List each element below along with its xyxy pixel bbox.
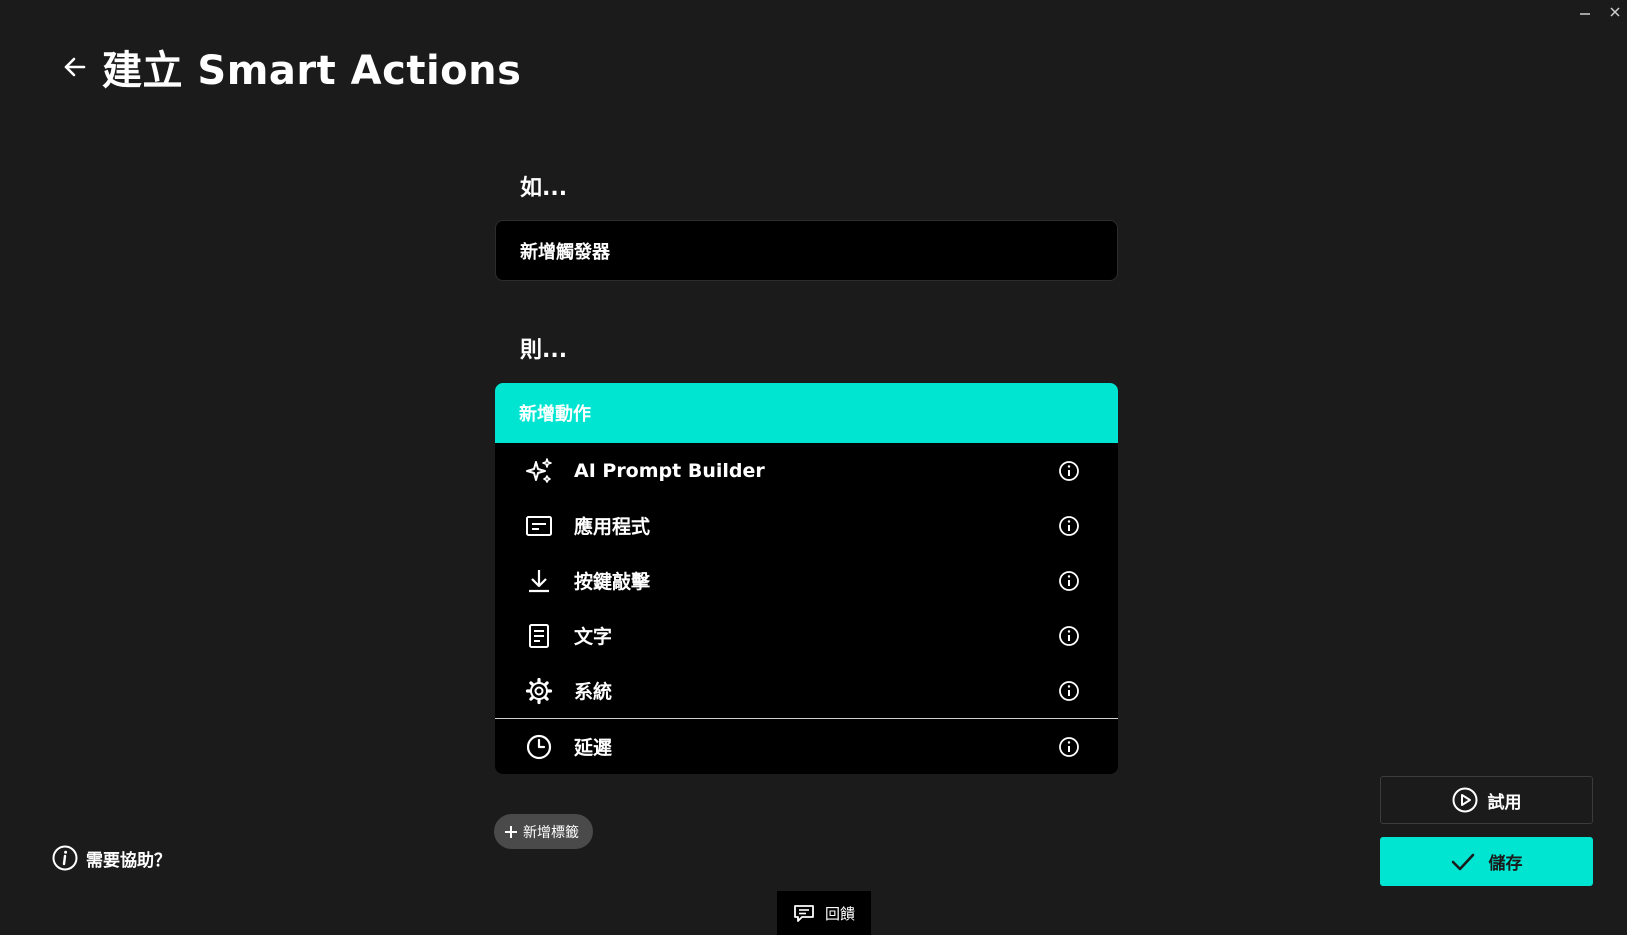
help-link[interactable]: 需要協助？ (52, 845, 171, 871)
minimize-button[interactable] (1577, 2, 1593, 22)
add-tag-button[interactable]: 新增標籤 (494, 814, 593, 849)
action-option-keystroke[interactable]: 按鍵敲擊 (495, 553, 1118, 608)
info-icon[interactable] (1058, 515, 1080, 537)
info-icon[interactable] (1058, 570, 1080, 592)
help-label: 需要協助？ (86, 850, 171, 871)
action-option-text[interactable]: 文字 (495, 608, 1118, 663)
action-option-application[interactable]: 應用程式 (495, 498, 1118, 553)
back-button[interactable] (58, 50, 92, 84)
action-option-label: 文字 (574, 626, 613, 648)
info-circle-icon (52, 845, 78, 871)
add-action-button[interactable]: 新增動作 (495, 383, 1118, 443)
play-circle-icon (1452, 787, 1477, 813)
feedback-label: 回饋 (824, 904, 855, 923)
save-label: 儲存 (1488, 854, 1523, 874)
info-icon[interactable] (1058, 460, 1080, 482)
action-option-system[interactable]: 系統 (495, 663, 1118, 718)
clock-icon (524, 732, 554, 762)
sparkle-icon (524, 456, 554, 486)
action-option-label: 系統 (574, 681, 613, 703)
try-button[interactable]: 試用 (1380, 776, 1593, 824)
arrow-left-icon (64, 57, 86, 77)
try-label: 試用 (1487, 792, 1522, 813)
feedback-icon (794, 905, 814, 922)
gear-icon (524, 676, 554, 706)
action-option-label: 延遲 (574, 737, 613, 759)
if-section-label: 如... (520, 176, 568, 201)
document-icon (524, 621, 554, 651)
add-action-dropdown: 新增動作 AI Prompt Builder 應用程式 按鍵敲擊 文字 系統 延… (495, 383, 1118, 774)
minimize-icon (1580, 13, 1590, 15)
add-tag-label: 新增標籤 (523, 824, 579, 841)
action-option-label: 按鍵敲擊 (574, 571, 651, 593)
page-header: 建立 Smart Actions (58, 38, 521, 96)
application-window-icon (524, 511, 554, 541)
checkmark-icon (1451, 853, 1474, 870)
action-option-label: 應用程式 (574, 516, 651, 538)
action-option-label: AI Prompt Builder (574, 459, 765, 482)
download-arrow-icon (524, 566, 554, 596)
save-button[interactable]: 儲存 (1380, 837, 1593, 886)
feedback-button[interactable]: 回饋 (777, 891, 871, 935)
close-icon (1610, 7, 1620, 17)
info-icon[interactable] (1058, 736, 1080, 758)
info-icon[interactable] (1058, 625, 1080, 647)
page-title: 建立 Smart Actions (102, 48, 522, 94)
plus-icon (505, 825, 517, 838)
action-option-ai-prompt-builder[interactable]: AI Prompt Builder (495, 443, 1118, 498)
window-controls (1577, 2, 1623, 22)
then-section-label: 則... (520, 338, 568, 363)
info-icon[interactable] (1058, 680, 1080, 702)
action-option-delay[interactable]: 延遲 (495, 718, 1118, 774)
close-button[interactable] (1607, 2, 1623, 22)
add-trigger-button[interactable]: 新增觸發器 (495, 220, 1118, 281)
